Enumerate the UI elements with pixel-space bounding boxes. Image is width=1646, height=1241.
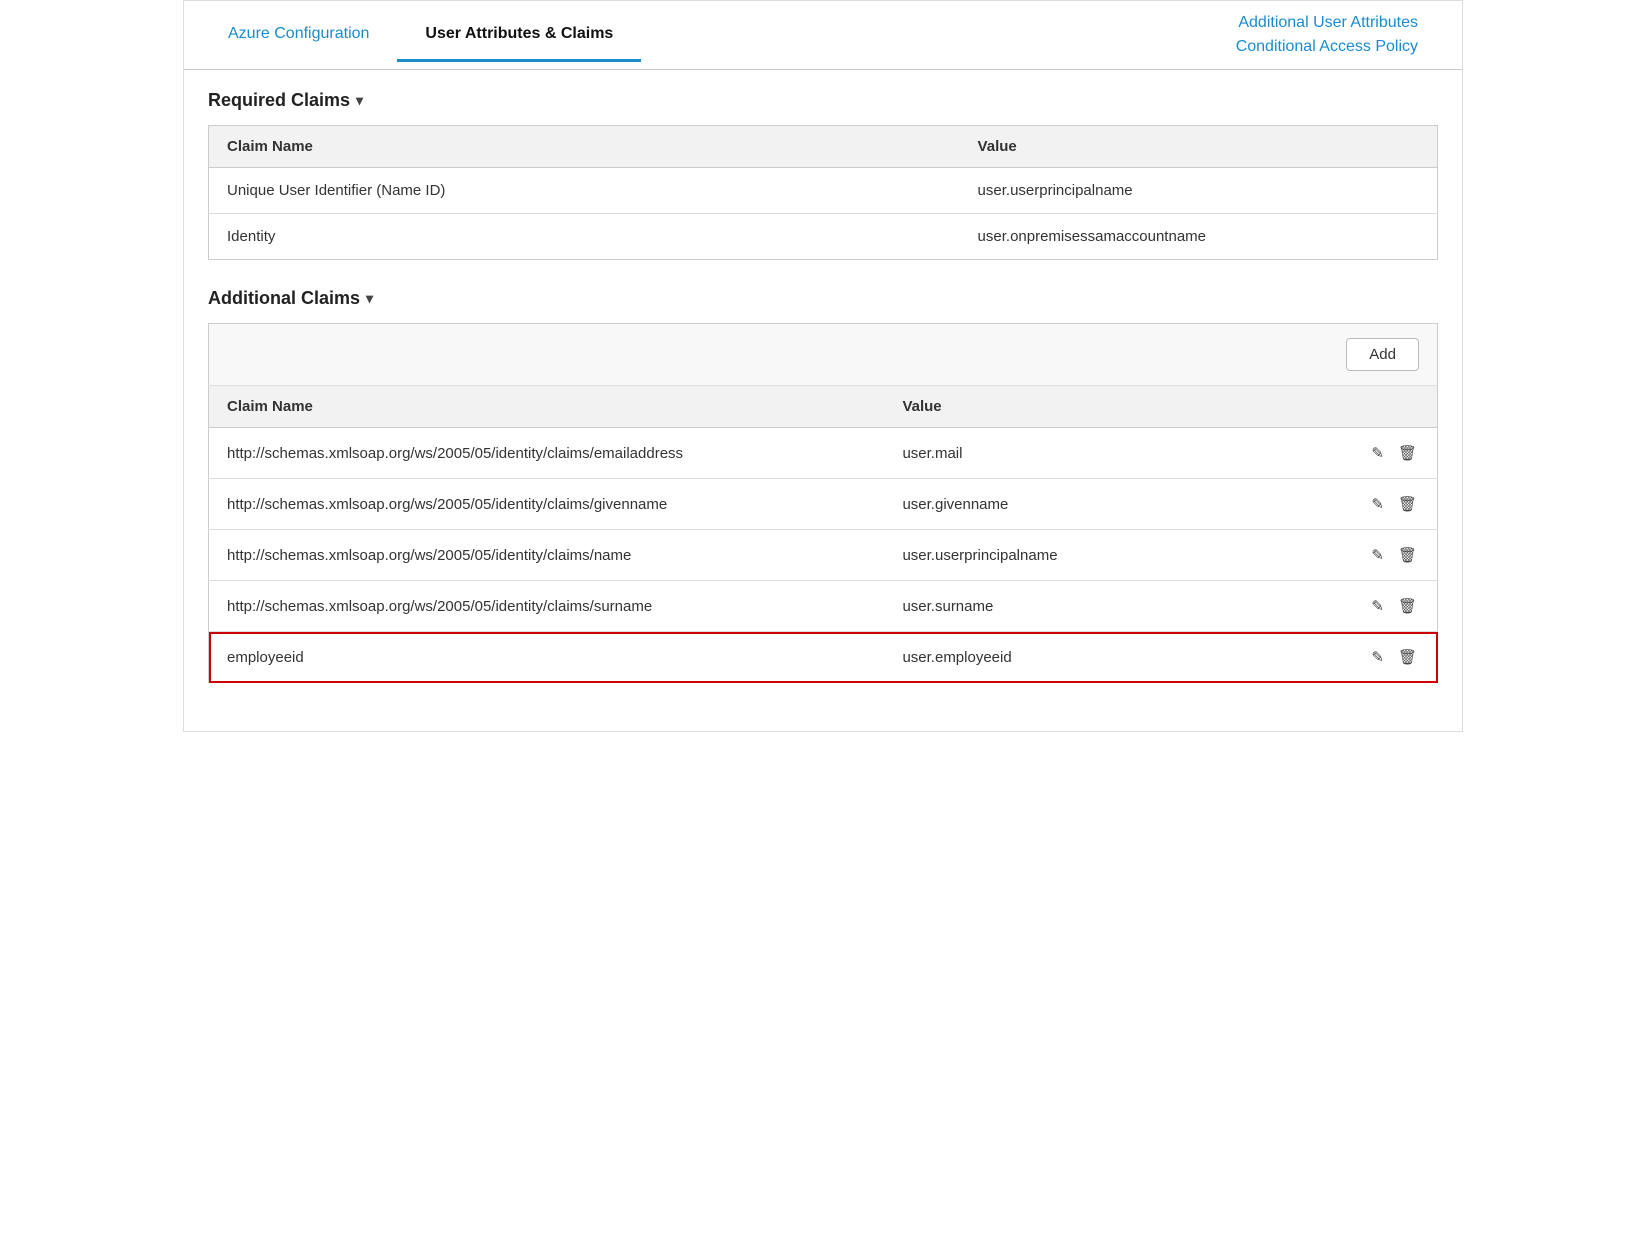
additional-claims-col-value: Value <box>884 386 1314 428</box>
additional-claim-actions: ✎ 🗑 <box>1315 632 1438 683</box>
tab-additional-user-attributes[interactable]: Additional User Attributes Conditional A… <box>1208 1 1446 69</box>
additional-claim-row: http://schemas.xmlsoap.org/ws/2005/05/id… <box>209 530 1438 581</box>
required-claims-header: Required Claims ▾ <box>208 90 1438 111</box>
additional-claim-row: http://schemas.xmlsoap.org/ws/2005/05/id… <box>209 479 1438 530</box>
required-claims-dropdown-arrow[interactable]: ▾ <box>356 92 363 109</box>
add-claim-button[interactable]: Add <box>1346 338 1419 371</box>
required-claim-name: Unique User Identifier (Name ID) <box>209 168 960 214</box>
required-claim-value: user.onpremisessamaccountname <box>960 214 1438 260</box>
required-claims-section: Required Claims ▾ Claim Name Value <box>208 90 1438 260</box>
additional-claim-name: http://schemas.xmlsoap.org/ws/2005/05/id… <box>209 530 885 581</box>
required-claims-table: Claim Name Value Unique User Identifier … <box>208 125 1438 260</box>
additional-claim-actions: ✎ 🗑 <box>1315 479 1438 530</box>
delete-claim-button[interactable]: 🗑 <box>1396 493 1419 515</box>
additional-claims-col-headers: Claim Name Value <box>209 386 1438 428</box>
additional-claims-table: Add Claim Name Value <box>208 323 1438 683</box>
edit-claim-button[interactable]: ✎ <box>1369 595 1386 617</box>
required-claims-col-value: Value <box>960 126 1438 168</box>
additional-claim-value: user.mail <box>884 428 1314 479</box>
nav-tabs: Azure Configuration User Attributes & Cl… <box>184 1 1462 70</box>
additional-claim-value: user.employeeid <box>884 632 1314 683</box>
edit-claim-button[interactable]: ✎ <box>1369 493 1386 515</box>
page-container: Azure Configuration User Attributes & Cl… <box>183 0 1463 732</box>
tab-user-attributes[interactable]: User Attributes & Claims <box>397 9 641 62</box>
additional-claim-name: http://schemas.xmlsoap.org/ws/2005/05/id… <box>209 428 885 479</box>
required-claim-row: Identity user.onpremisessamaccountname <box>209 214 1438 260</box>
additional-claim-actions: ✎ 🗑 <box>1315 581 1438 632</box>
required-claims-header-row: Claim Name Value <box>209 126 1438 168</box>
additional-claim-row: http://schemas.xmlsoap.org/ws/2005/05/id… <box>209 581 1438 632</box>
add-row-cell: Add <box>209 324 1438 386</box>
additional-claims-col-name: Claim Name <box>209 386 885 428</box>
additional-claim-name: http://schemas.xmlsoap.org/ws/2005/05/id… <box>209 581 885 632</box>
additional-claims-section: Additional Claims ▾ Add Claim Name <box>208 288 1438 683</box>
content-area: Required Claims ▾ Claim Name Value <box>184 70 1462 731</box>
additional-claim-name: http://schemas.xmlsoap.org/ws/2005/05/id… <box>209 479 885 530</box>
additional-claims-dropdown-arrow[interactable]: ▾ <box>366 290 373 307</box>
additional-claim-row: employeeid user.employeeid ✎ 🗑 <box>209 632 1438 683</box>
additional-claim-actions: ✎ 🗑 <box>1315 428 1438 479</box>
delete-claim-button[interactable]: 🗑 <box>1396 442 1419 464</box>
additional-claims-add-row: Add <box>209 324 1438 386</box>
required-claim-value: user.userprincipalname <box>960 168 1438 214</box>
additional-claim-row: http://schemas.xmlsoap.org/ws/2005/05/id… <box>209 428 1438 479</box>
tab-azure-config[interactable]: Azure Configuration <box>200 9 397 62</box>
edit-claim-button[interactable]: ✎ <box>1369 442 1386 464</box>
additional-claims-header: Additional Claims ▾ <box>208 288 1438 309</box>
delete-claim-button[interactable]: 🗑 <box>1396 646 1419 668</box>
additional-claim-name: employeeid <box>209 632 885 683</box>
delete-claim-button[interactable]: 🗑 <box>1396 595 1419 617</box>
required-claim-row: Unique User Identifier (Name ID) user.us… <box>209 168 1438 214</box>
additional-claim-value: user.surname <box>884 581 1314 632</box>
additional-claim-actions: ✎ 🗑 <box>1315 530 1438 581</box>
edit-claim-button[interactable]: ✎ <box>1369 544 1386 566</box>
required-claims-col-name: Claim Name <box>209 126 960 168</box>
additional-claim-value: user.userprincipalname <box>884 530 1314 581</box>
additional-claims-col-actions <box>1315 386 1438 428</box>
additional-claim-value: user.givenname <box>884 479 1314 530</box>
delete-claim-button[interactable]: 🗑 <box>1396 544 1419 566</box>
edit-claim-button[interactable]: ✎ <box>1369 646 1386 668</box>
required-claim-name: Identity <box>209 214 960 260</box>
